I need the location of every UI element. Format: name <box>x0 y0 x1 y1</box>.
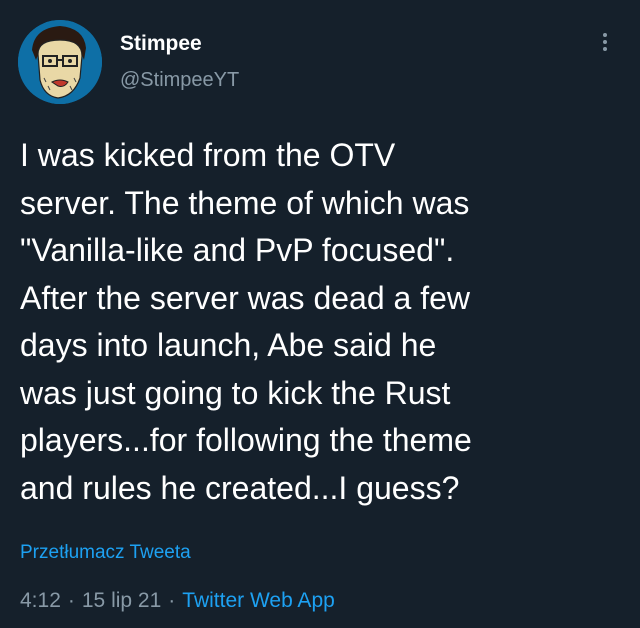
translate-tweet-link[interactable]: Przetłumacz Tweeta <box>20 542 191 564</box>
tweet-text: I was kicked from the OTV server. The th… <box>20 137 472 506</box>
meta-separator: · <box>67 589 75 612</box>
tweet-time[interactable]: 4:12 <box>20 589 61 612</box>
vertical-ellipsis-icon[interactable] <box>595 30 615 62</box>
tweet-meta: 4:12 · 15 lip 21 · Twitter Web App <box>20 589 335 613</box>
tweet-source-link[interactable]: Twitter Web App <box>182 589 335 612</box>
display-name[interactable]: Stimpee <box>120 32 239 56</box>
meta-separator: · <box>168 589 176 612</box>
cartoon-face-avatar-icon <box>18 20 102 104</box>
user-handle[interactable]: @StimpeeYT <box>120 68 239 92</box>
author-info: Stimpee @StimpeeYT <box>120 32 239 92</box>
tweet-date[interactable]: 15 lip 21 <box>82 589 161 612</box>
avatar[interactable] <box>18 20 102 104</box>
